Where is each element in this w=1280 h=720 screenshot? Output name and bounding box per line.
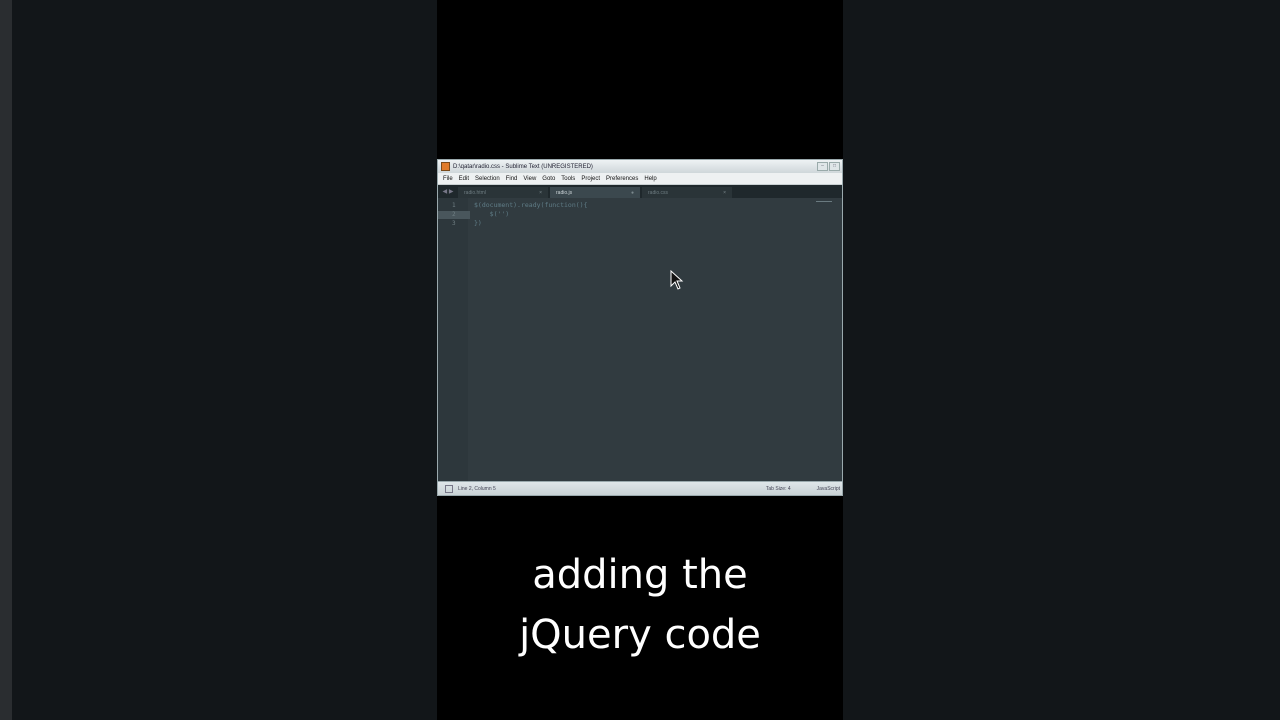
mouse-pointer-icon — [670, 270, 684, 290]
code-line: $(document).ready(function(){ — [474, 201, 588, 209]
menu-view[interactable]: View — [523, 176, 536, 182]
code-line: }) — [474, 219, 482, 227]
sublime-app-icon — [441, 162, 450, 171]
menu-tools[interactable]: Tools — [561, 176, 575, 182]
menu-find[interactable]: Find — [506, 176, 518, 182]
maximize-icon[interactable]: □ — [829, 162, 840, 171]
unsaved-dot-icon[interactable]: ● — [631, 190, 634, 196]
tab-radio-js[interactable]: radio.js ● — [550, 187, 640, 198]
menu-project[interactable]: Project — [581, 176, 600, 182]
menu-goto[interactable]: Goto — [542, 176, 555, 182]
window-title: D:\qatar\radio.css - Sublime Text (UNREG… — [453, 163, 593, 170]
menu-file[interactable]: File — [443, 176, 453, 182]
menu-edit[interactable]: Edit — [459, 176, 469, 182]
tab-label: radio.js — [556, 189, 573, 196]
minimap[interactable] — [816, 201, 832, 202]
caption-line-2: jQuery code — [519, 612, 761, 658]
video-caption: adding the jQuery code — [437, 545, 843, 665]
menu-selection[interactable]: Selection — [475, 176, 500, 182]
syntax-mode[interactable]: JavaScript — [817, 486, 840, 492]
tab-bar: ◀ ▶ radio.html × radio.js ● radio.css × — [438, 185, 842, 198]
window-titlebar: D:\qatar\radio.css - Sublime Text (UNREG… — [438, 160, 842, 173]
menu-preferences[interactable]: Preferences — [606, 176, 638, 182]
sublime-text-window: D:\qatar\radio.css - Sublime Text (UNREG… — [437, 159, 843, 496]
window-controls: – □ — [817, 162, 840, 171]
line-number: 2 — [452, 211, 456, 218]
menu-bar: File Edit Selection Find View Goto Tools… — [438, 173, 842, 185]
close-icon[interactable]: × — [539, 190, 542, 196]
tab-nav-arrows-icon[interactable]: ◀ ▶ — [438, 185, 458, 198]
caption-line-1: adding the — [532, 552, 748, 598]
line-number: 1 — [452, 202, 456, 209]
menu-help[interactable]: Help — [644, 176, 656, 182]
tab-radio-html[interactable]: radio.html × — [458, 187, 548, 198]
close-icon[interactable]: × — [723, 190, 726, 196]
status-bar: Line 2, Column 5 Tab Size: 4 JavaScript — [438, 481, 842, 495]
tab-size[interactable]: Tab Size: 4 — [766, 486, 791, 492]
tab-radio-css[interactable]: radio.css × — [642, 187, 732, 198]
code-line: $('') — [474, 210, 510, 218]
tab-label: radio.css — [648, 189, 669, 196]
background-left — [12, 0, 437, 720]
line-gutter — [438, 198, 468, 482]
cursor-position: Line 2, Column 5 — [458, 485, 496, 492]
line-number: 3 — [452, 220, 456, 227]
minimize-icon[interactable]: – — [817, 162, 828, 171]
code-editor[interactable]: 1 2 3 $(document).ready(function(){ $(''… — [438, 198, 842, 482]
panel-toggle-icon[interactable] — [445, 484, 453, 493]
background-right — [843, 0, 1280, 720]
tab-label: radio.html — [464, 189, 486, 196]
left-edge-strip — [0, 0, 12, 720]
